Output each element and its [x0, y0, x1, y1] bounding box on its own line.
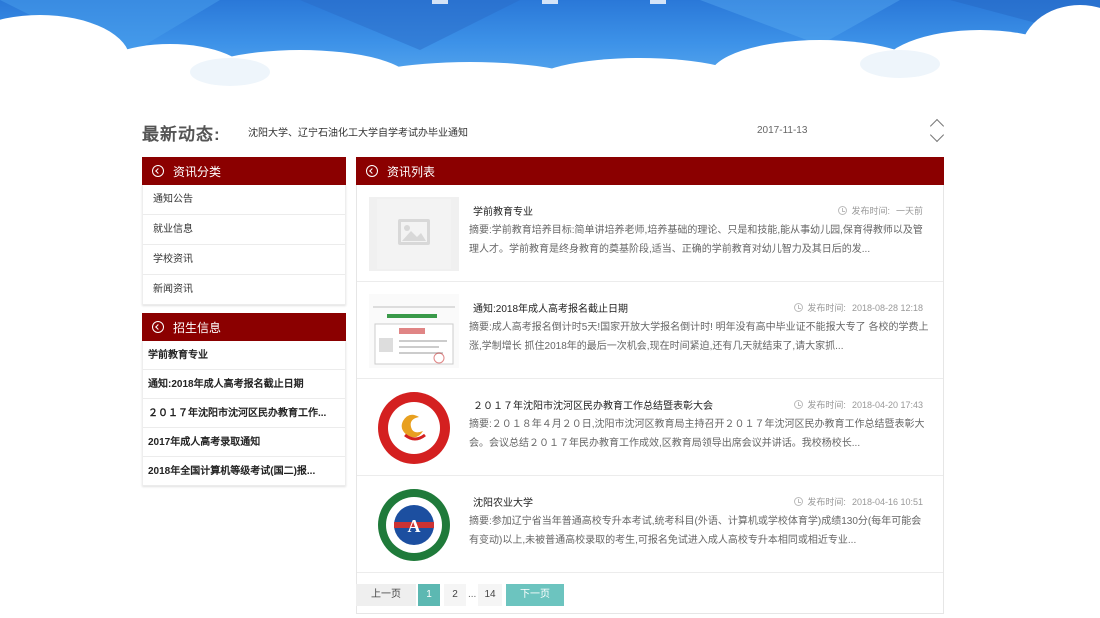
news-list-panel: 资讯列表 学前教育专业 发布时间: 一天前 摘要:学前教育培养目标:简单讲培养老… — [356, 157, 944, 614]
news-summary: 摘要:２０１８年４月２０日,沈阳市沈河区教育局主持召开２０１７年沈河区民办教育工… — [469, 419, 925, 449]
time-label: 发布时间: — [851, 206, 890, 216]
enrollment-item[interactable]: 2017年成人高考录取通知 — [143, 428, 345, 457]
time-label: 发布时间: — [807, 303, 846, 313]
news-title[interactable]: 沈阳农业大学 — [473, 494, 533, 509]
news-list-header: 资讯列表 — [356, 157, 944, 185]
category-item[interactable]: 学校资讯 — [143, 245, 345, 275]
news-title[interactable]: 学前教育专业 — [473, 203, 533, 218]
news-item[interactable]: 学前教育专业 发布时间: 一天前 摘要:学前教育培养目标:简单讲培养老师,培养基… — [357, 185, 943, 282]
enrollment-item[interactable]: 2018年全国计算机等级考试(国二)报... — [143, 457, 345, 486]
latest-news-date: 2017-11-13 — [757, 125, 808, 136]
page-button-1[interactable]: 1 — [418, 584, 440, 606]
prev-page-button[interactable]: 上一页 — [356, 584, 416, 606]
placeholder-image-icon[interactable] — [369, 197, 459, 271]
categories-header-label: 资讯分类 — [173, 164, 222, 179]
clock-icon — [794, 400, 804, 409]
chevron-circle-left-icon — [152, 165, 164, 177]
news-item[interactable]: ２０１７年沈阳市沈河区民办教育工作总结暨表彰大会 发布时间: 2018-04-2… — [357, 379, 943, 476]
time-value: 2018-08-28 12:18 — [851, 302, 923, 313]
latest-news-title: 最新动态: — [142, 125, 221, 144]
left-sidebar: 资讯分类 通知公告 就业信息 学校资讯 新闻资讯 招生信息 学前教育专业 通知:… — [142, 157, 346, 486]
time-value: 一天前 — [895, 206, 923, 216]
clock-icon — [794, 303, 804, 312]
category-item[interactable]: 新闻资讯 — [143, 275, 345, 305]
svg-text:A: A — [408, 516, 421, 536]
page-button-2[interactable]: 2 — [444, 584, 466, 606]
red-school-emblem[interactable] — [369, 391, 459, 465]
news-time: 发布时间: 2018-04-16 10:51 — [794, 495, 923, 508]
document-thumbnail[interactable] — [369, 294, 459, 368]
clock-icon — [794, 497, 804, 506]
time-value: 2018-04-16 10:51 — [851, 496, 923, 507]
news-time: 发布时间: 一天前 — [838, 204, 923, 217]
time-value: 2018-04-20 17:43 — [851, 399, 923, 410]
news-summary: 摘要:学前教育培养目标:简单讲培养老师,培养基础的理论、只是和技能,能从事幼儿园… — [469, 225, 923, 255]
news-time: 发布时间: 2018-08-28 12:18 — [794, 301, 923, 314]
enrollment-list: 学前教育专业 通知:2018年成人高考报名截止日期 ２０１７年沈阳市沈河区民办教… — [142, 341, 346, 486]
category-item[interactable]: 就业信息 — [143, 215, 345, 245]
categories-list: 通知公告 就业信息 学校资讯 新闻资讯 — [142, 185, 346, 305]
enrollment-item[interactable]: 通知:2018年成人高考报名截止日期 — [143, 370, 345, 399]
next-page-button[interactable]: 下一页 — [506, 584, 564, 606]
latest-news-link[interactable]: 沈阳大学、辽宁石油化工大学自学考试办毕业通知 — [248, 124, 468, 139]
latest-news-bar: 最新动态: 沈阳大学、辽宁石油化工大学自学考试办毕业通知 2017-11-13 — [142, 116, 948, 146]
enrollment-item[interactable]: ２０１７年沈阳市沈河区民办教育工作... — [143, 399, 345, 428]
category-item[interactable]: 通知公告 — [143, 185, 345, 215]
chevron-circle-left-icon — [152, 321, 164, 333]
enrollment-item[interactable]: 学前教育专业 — [143, 341, 345, 370]
news-item[interactable]: 通知:2018年成人高考报名截止日期 发布时间: 2018-08-28 12:1… — [357, 282, 943, 379]
news-list-header-label: 资讯列表 — [387, 164, 436, 179]
chevron-circle-left-icon — [366, 165, 378, 177]
clock-icon — [838, 206, 848, 215]
news-summary: 摘要:参加辽宁省当年普通高校专升本考试,统考科目(外语、计算机或学校体育学)成绩… — [469, 516, 922, 546]
page-button-14[interactable]: 14 — [478, 584, 502, 606]
categories-header: 资讯分类 — [142, 157, 346, 185]
time-label: 发布时间: — [807, 400, 846, 410]
latest-news-arrows — [929, 116, 946, 146]
news-title[interactable]: ２０１７年沈阳市沈河区民办教育工作总结暨表彰大会 — [473, 397, 713, 412]
sky-cloud-background — [0, 0, 1100, 96]
enrollment-header-label: 招生信息 — [173, 320, 222, 335]
header-banner — [0, 0, 1100, 96]
news-title[interactable]: 通知:2018年成人高考报名截止日期 — [473, 300, 628, 315]
green-university-emblem[interactable]: A — [369, 488, 459, 562]
pagination-ellipsis: ... — [468, 589, 477, 600]
news-summary: 摘要:成人高考报名倒计时5天!国家开放大学报名倒计时! 明年没有高中毕业证不能报… — [469, 322, 929, 352]
enrollment-header: 招生信息 — [142, 313, 346, 341]
news-time: 发布时间: 2018-04-20 17:43 — [794, 398, 923, 411]
chevron-down-icon[interactable] — [929, 127, 945, 143]
news-item[interactable]: A 沈阳农业大学 发布时间: 2018-04-16 10:51 摘要:参加辽宁省… — [357, 476, 943, 573]
time-label: 发布时间: — [807, 497, 846, 507]
